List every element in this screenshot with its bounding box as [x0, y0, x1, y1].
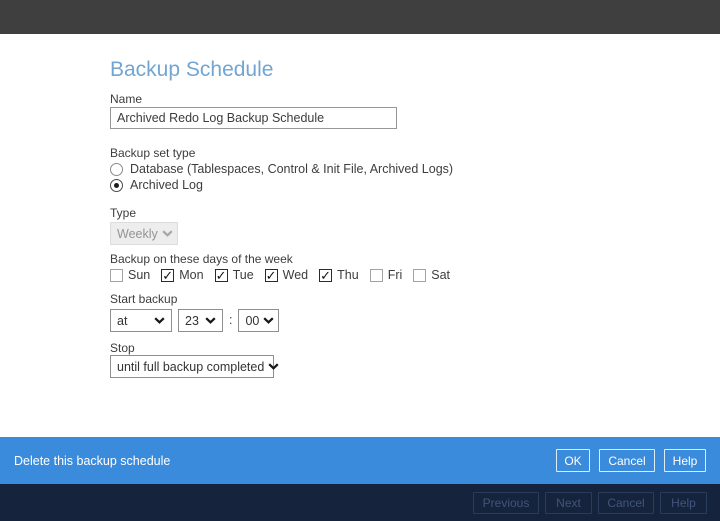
- backup-schedule-screen: Backup Schedule Name Backup set type Dat…: [0, 0, 720, 521]
- checkbox-sat-label: Sat: [431, 268, 451, 282]
- action-bar: Delete this backup schedule OK Cancel He…: [0, 437, 720, 484]
- checkbox-sat[interactable]: Sat: [413, 268, 450, 282]
- start-mode-select-value: at: [117, 313, 128, 328]
- checkbox-wed-label: Wed: [282, 268, 309, 282]
- checkbox-icon[interactable]: [369, 268, 383, 282]
- type-select: Weekly: [110, 222, 178, 245]
- type-label: Type: [110, 206, 137, 220]
- delete-schedule-link[interactable]: Delete this backup schedule: [14, 454, 170, 468]
- wizard-help-button: Help: [660, 491, 707, 514]
- backup-schedule-form: Backup Schedule Name Backup set type Dat…: [110, 34, 630, 378]
- chevron-down-icon: [162, 230, 173, 237]
- cancel-button[interactable]: Cancel: [599, 449, 655, 472]
- start-minute-select[interactable]: 00: [238, 309, 280, 332]
- checkbox-thu-label: Thu: [337, 268, 359, 282]
- checkbox-fri-label: Fri: [387, 268, 403, 282]
- checkbox-sun-label: Sun: [128, 268, 151, 282]
- start-backup-row: at 23 : 00: [110, 307, 630, 332]
- wizard-bar: Previous Next Cancel Help: [0, 484, 720, 521]
- start-mode-select[interactable]: at: [110, 309, 172, 332]
- stop-label: Stop: [110, 341, 135, 355]
- name-input[interactable]: [110, 107, 397, 129]
- next-button: Next: [545, 491, 592, 514]
- checkbox-icon[interactable]: [413, 268, 427, 282]
- checkbox-tue[interactable]: Tue: [214, 268, 254, 284]
- name-label: Name: [110, 92, 143, 106]
- checkbox-mon[interactable]: Mon: [161, 268, 204, 284]
- checkbox-thu[interactable]: Thu: [319, 268, 359, 284]
- days-of-week-label: Backup on these days of the week: [110, 252, 293, 266]
- radio-option-archived-log[interactable]: Archived Log: [110, 178, 630, 193]
- top-bar: [0, 0, 720, 34]
- days-checkbox-row: Sun Mon Tue Wed Thu Fri: [110, 268, 630, 284]
- checkbox-mon-label: Mon: [179, 268, 204, 282]
- stop-select-value: until full backup completed: [117, 359, 265, 374]
- wizard-cancel-button: Cancel: [598, 491, 654, 514]
- checkbox-icon[interactable]: [319, 268, 333, 284]
- checkbox-sun[interactable]: Sun: [110, 268, 150, 282]
- chevron-down-icon: [205, 317, 216, 324]
- page-title: Backup Schedule: [110, 58, 274, 81]
- radio-unchecked-icon[interactable]: [110, 163, 123, 176]
- checkbox-icon[interactable]: [214, 268, 228, 284]
- start-backup-label: Start backup: [110, 292, 178, 306]
- checkbox-icon[interactable]: [264, 268, 278, 284]
- radio-option-archived-log-label: Archived Log: [130, 178, 203, 192]
- action-buttons: OK Cancel Help: [556, 449, 706, 472]
- chevron-down-icon: [268, 363, 279, 370]
- start-hour-select-value: 23: [185, 313, 199, 328]
- help-button[interactable]: Help: [664, 449, 706, 472]
- backup-set-type-label: Backup set type: [110, 146, 196, 160]
- chevron-down-icon: [154, 317, 165, 324]
- checkbox-fri[interactable]: Fri: [369, 268, 403, 282]
- previous-button: Previous: [473, 491, 539, 514]
- start-hour-select[interactable]: 23: [178, 309, 223, 332]
- radio-option-database[interactable]: Database (Tablespaces, Control & Init Fi…: [110, 162, 630, 177]
- radio-checked-icon[interactable]: [110, 179, 123, 192]
- time-separator: :: [229, 312, 233, 327]
- checkbox-icon[interactable]: [161, 268, 175, 284]
- radio-option-database-label: Database (Tablespaces, Control & Init Fi…: [130, 162, 454, 176]
- start-minute-select-value: 00: [245, 313, 260, 328]
- ok-button[interactable]: OK: [556, 449, 590, 472]
- checkbox-icon[interactable]: [110, 268, 123, 282]
- stop-select[interactable]: until full backup completed: [110, 355, 279, 378]
- checkbox-wed[interactable]: Wed: [264, 268, 309, 284]
- checkbox-tue-label: Tue: [232, 268, 254, 282]
- chevron-down-icon: [263, 317, 274, 324]
- type-select-value: Weekly: [117, 226, 158, 241]
